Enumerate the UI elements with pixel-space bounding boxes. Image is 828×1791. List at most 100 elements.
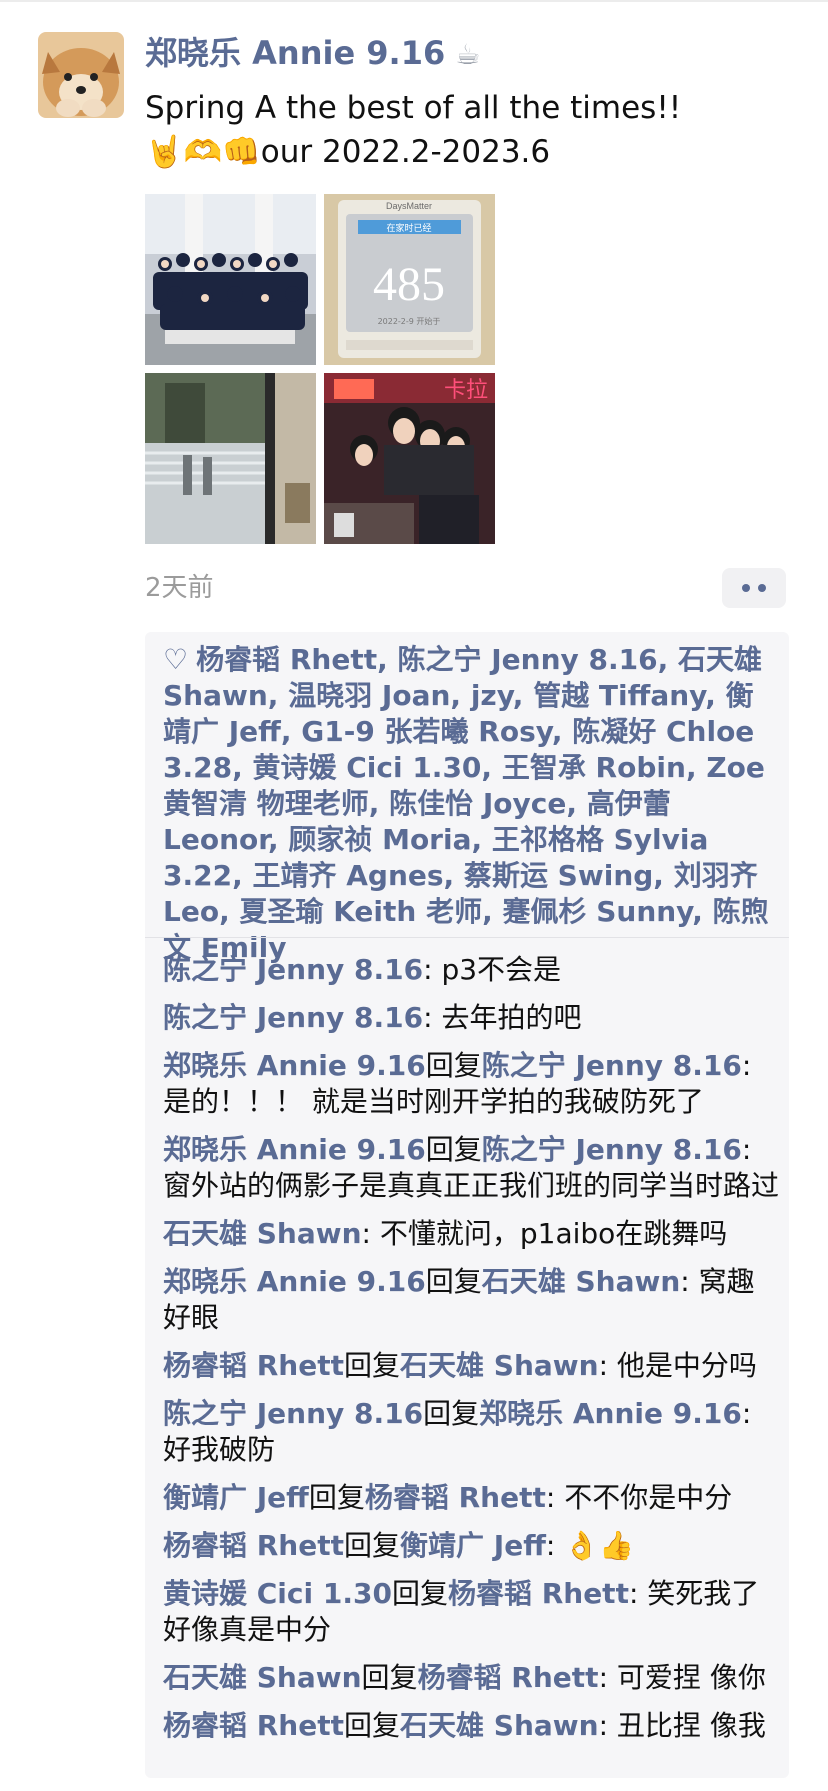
comment-author[interactable]: 黄诗媛 Cici 1.30 xyxy=(163,1577,392,1610)
like-name[interactable]: 杨睿韬 Rhett xyxy=(196,643,377,676)
like-name[interactable]: 管越 Tiffany xyxy=(533,679,705,712)
like-name[interactable]: 夏圣瑜 Keith 老师 xyxy=(239,895,482,928)
comment-author[interactable]: 石天雄 Shawn xyxy=(163,1661,362,1694)
likes-comments-divider xyxy=(145,937,789,938)
comment-author[interactable]: 杨睿韬 Rhett xyxy=(163,1349,344,1382)
photo-group[interactable] xyxy=(145,194,316,365)
comment-author[interactable]: 陈之宁 Jenny 8.16 xyxy=(163,1001,423,1034)
post-author-name[interactable]: 郑晓乐 Annie 9.16 ☕ xyxy=(145,32,480,76)
photo-friends[interactable]: 卡拉 xyxy=(324,373,495,544)
like-separator: , xyxy=(443,859,464,892)
coffee-cup-icon: ☕ xyxy=(455,38,481,71)
top-divider xyxy=(0,0,828,2)
like-separator: , xyxy=(692,895,713,928)
like-separator: , xyxy=(267,823,289,856)
like-name[interactable]: 陈之宁 Jenny 8.16 xyxy=(398,643,658,676)
like-separator: , xyxy=(653,859,674,892)
comment-item[interactable]: 陈之宁 Jenny 8.16: 去年拍的吧 xyxy=(163,1000,779,1036)
like-separator: , xyxy=(482,895,503,928)
comment-reply-target[interactable]: 杨睿韬 Rhett xyxy=(448,1577,629,1610)
reply-word: 回复 xyxy=(423,1397,480,1430)
comment-reply-target[interactable]: 陈之宁 Jenny 8.16 xyxy=(482,1049,742,1082)
comment-item[interactable]: 石天雄 Shawn回复杨睿韬 Rhett: 可爱捏 像你 xyxy=(163,1660,779,1696)
author-avatar[interactable] xyxy=(38,32,124,118)
comment-author[interactable]: 衡靖广 Jeff xyxy=(163,1481,309,1514)
comments-list: 陈之宁 Jenny 8.16: p3不会是 陈之宁 Jenny 8.16: 去年拍… xyxy=(163,940,779,1744)
comment-item[interactable]: 陈之宁 Jenny 8.16: p3不会是 xyxy=(163,952,779,988)
post-timestamp: 2天前 xyxy=(145,573,214,603)
likes-comments-panel: ♡ 杨睿韬 Rhett, 陈之宁 Jenny 8.16, 石天雄 Shawn, 温… xyxy=(145,632,789,1778)
comment-item[interactable]: 郑晓乐 Annie 9.16回复石天雄 Shawn: 窝趣好眼 xyxy=(163,1264,779,1336)
photo2-number: 485 xyxy=(373,258,445,311)
comment-reply-target[interactable]: 石天雄 Shawn xyxy=(400,1349,599,1382)
comment-text: : 去年拍的吧 xyxy=(423,1001,582,1034)
like-separator: , xyxy=(481,751,502,784)
comment-author[interactable]: 杨睿韬 Rhett xyxy=(163,1529,344,1562)
comment-item[interactable]: 陈之宁 Jenny 8.16回复郑晓乐 Annie 9.16: 好我破防 xyxy=(163,1396,779,1468)
photo-window[interactable] xyxy=(145,373,316,544)
like-separator: , xyxy=(219,895,240,928)
more-actions-button[interactable] xyxy=(722,568,786,608)
likes-list: ♡ 杨睿韬 Rhett, 陈之宁 Jenny 8.16, 石天雄 Shawn, 温… xyxy=(163,642,779,966)
comment-text: : 他是中分吗 xyxy=(598,1349,757,1382)
like-name[interactable]: 王靖齐 Agnes xyxy=(252,859,443,892)
comment-author[interactable]: 杨睿韬 Rhett xyxy=(163,1709,344,1742)
like-name[interactable]: 黄诗媛 Cici 1.30 xyxy=(252,751,481,784)
comment-text: : 丑比捏 像我 xyxy=(598,1709,766,1742)
like-separator: , xyxy=(551,715,573,748)
like-name[interactable]: 顾家祯 Moria xyxy=(288,823,471,856)
like-separator: , xyxy=(566,787,587,820)
like-name[interactable]: jzy xyxy=(471,679,513,712)
comment-reply-target[interactable]: 郑晓乐 Annie 9.16 xyxy=(479,1397,742,1430)
comment-text: : 不懂就问，p1aibo在跳舞吗 xyxy=(361,1217,728,1250)
comment-text: : 不不你是中分 xyxy=(545,1481,733,1514)
comment-author[interactable]: 郑晓乐 Annie 9.16 xyxy=(163,1133,426,1166)
photo4-sign: 卡拉 xyxy=(444,378,488,403)
comment-reply-target[interactable]: 衡靖广 Jeff xyxy=(400,1529,546,1562)
comment-author[interactable]: 石天雄 Shawn xyxy=(163,1217,362,1250)
reply-word: 回复 xyxy=(425,1265,482,1298)
like-separator: , xyxy=(232,859,253,892)
reply-word: 回复 xyxy=(391,1577,448,1610)
like-name[interactable]: 温晓羽 Joan xyxy=(288,679,450,712)
comment-reply-target[interactable]: 石天雄 Shawn xyxy=(482,1265,681,1298)
like-name[interactable]: 陈佳怡 Joyce xyxy=(389,787,566,820)
like-name[interactable]: 蔡斯运 Swing xyxy=(464,859,653,892)
comment-item[interactable]: 郑晓乐 Annie 9.16回复陈之宁 Jenny 8.16: 窗外站的俩影子是… xyxy=(163,1132,779,1204)
reply-word: 回复 xyxy=(344,1349,401,1382)
reply-word: 回复 xyxy=(425,1133,482,1166)
like-separator: , xyxy=(471,823,492,856)
comment-author[interactable]: 郑晓乐 Annie 9.16 xyxy=(163,1265,426,1298)
comment-reply-target[interactable]: 陈之宁 Jenny 8.16 xyxy=(482,1133,742,1166)
comment-author[interactable]: 陈之宁 Jenny 8.16 xyxy=(163,1397,423,1430)
comment-item[interactable]: 石天雄 Shawn: 不懂就问，p1aibo在跳舞吗 xyxy=(163,1216,779,1252)
comment-reply-target[interactable]: 石天雄 Shawn xyxy=(400,1709,599,1742)
comment-item[interactable]: 郑晓乐 Annie 9.16回复陈之宁 Jenny 8.16: 是的！！！ 就是… xyxy=(163,1048,779,1120)
photo-daysmatter[interactable]: DaysMatter 在家时已经 485 2022-2-9 开始于 xyxy=(324,194,495,365)
comment-text: : 👌👍 xyxy=(545,1529,634,1562)
comment-author[interactable]: 郑晓乐 Annie 9.16 xyxy=(163,1049,426,1082)
comment-reply-target[interactable]: 杨睿韬 Rhett xyxy=(418,1661,599,1694)
comment-reply-target[interactable]: 杨睿韬 Rhett xyxy=(365,1481,546,1514)
like-name[interactable]: 蹇佩杉 Sunny xyxy=(502,895,692,928)
reply-word: 回复 xyxy=(425,1049,482,1082)
heart-icon: ♡ xyxy=(163,643,189,676)
comment-text: : 可爱捏 像你 xyxy=(598,1661,766,1694)
photo2-header: DaysMatter xyxy=(386,201,432,211)
photo2-title: 在家时已经 xyxy=(386,222,431,234)
post-text-line-1: Spring A the best of all the times!! xyxy=(145,90,682,126)
comment-item[interactable]: 杨睿韬 Rhett回复石天雄 Shawn: 他是中分吗 xyxy=(163,1348,779,1384)
author-name-text[interactable]: 郑晓乐 Annie 9.16 xyxy=(145,34,445,72)
post-emoji: 🤘🫶👊 xyxy=(145,134,261,170)
comment-item[interactable]: 杨睿韬 Rhett回复石天雄 Shawn: 丑比捏 像我 xyxy=(163,1708,779,1744)
comment-item[interactable]: 衡靖广 Jeff回复杨睿韬 Rhett: 不不你是中分 xyxy=(163,1480,779,1516)
post-text-line-2: 🤘🫶👊our 2022.2-2023.6 xyxy=(145,132,550,172)
like-name[interactable]: G1-9 张若曦 Rosy xyxy=(301,715,552,748)
comment-item[interactable]: 杨睿韬 Rhett回复衡靖广 Jeff: 👌👍 xyxy=(163,1528,779,1564)
like-separator: , xyxy=(267,679,289,712)
like-separator: , xyxy=(368,787,390,820)
like-separator: , xyxy=(512,679,534,712)
comment-author[interactable]: 陈之宁 Jenny 8.16 xyxy=(163,953,423,986)
comment-item[interactable]: 黄诗媛 Cici 1.30回复杨睿韬 Rhett: 笑死我了好像真是中分 xyxy=(163,1576,779,1648)
like-name[interactable]: 王智承 Robin xyxy=(502,751,686,784)
